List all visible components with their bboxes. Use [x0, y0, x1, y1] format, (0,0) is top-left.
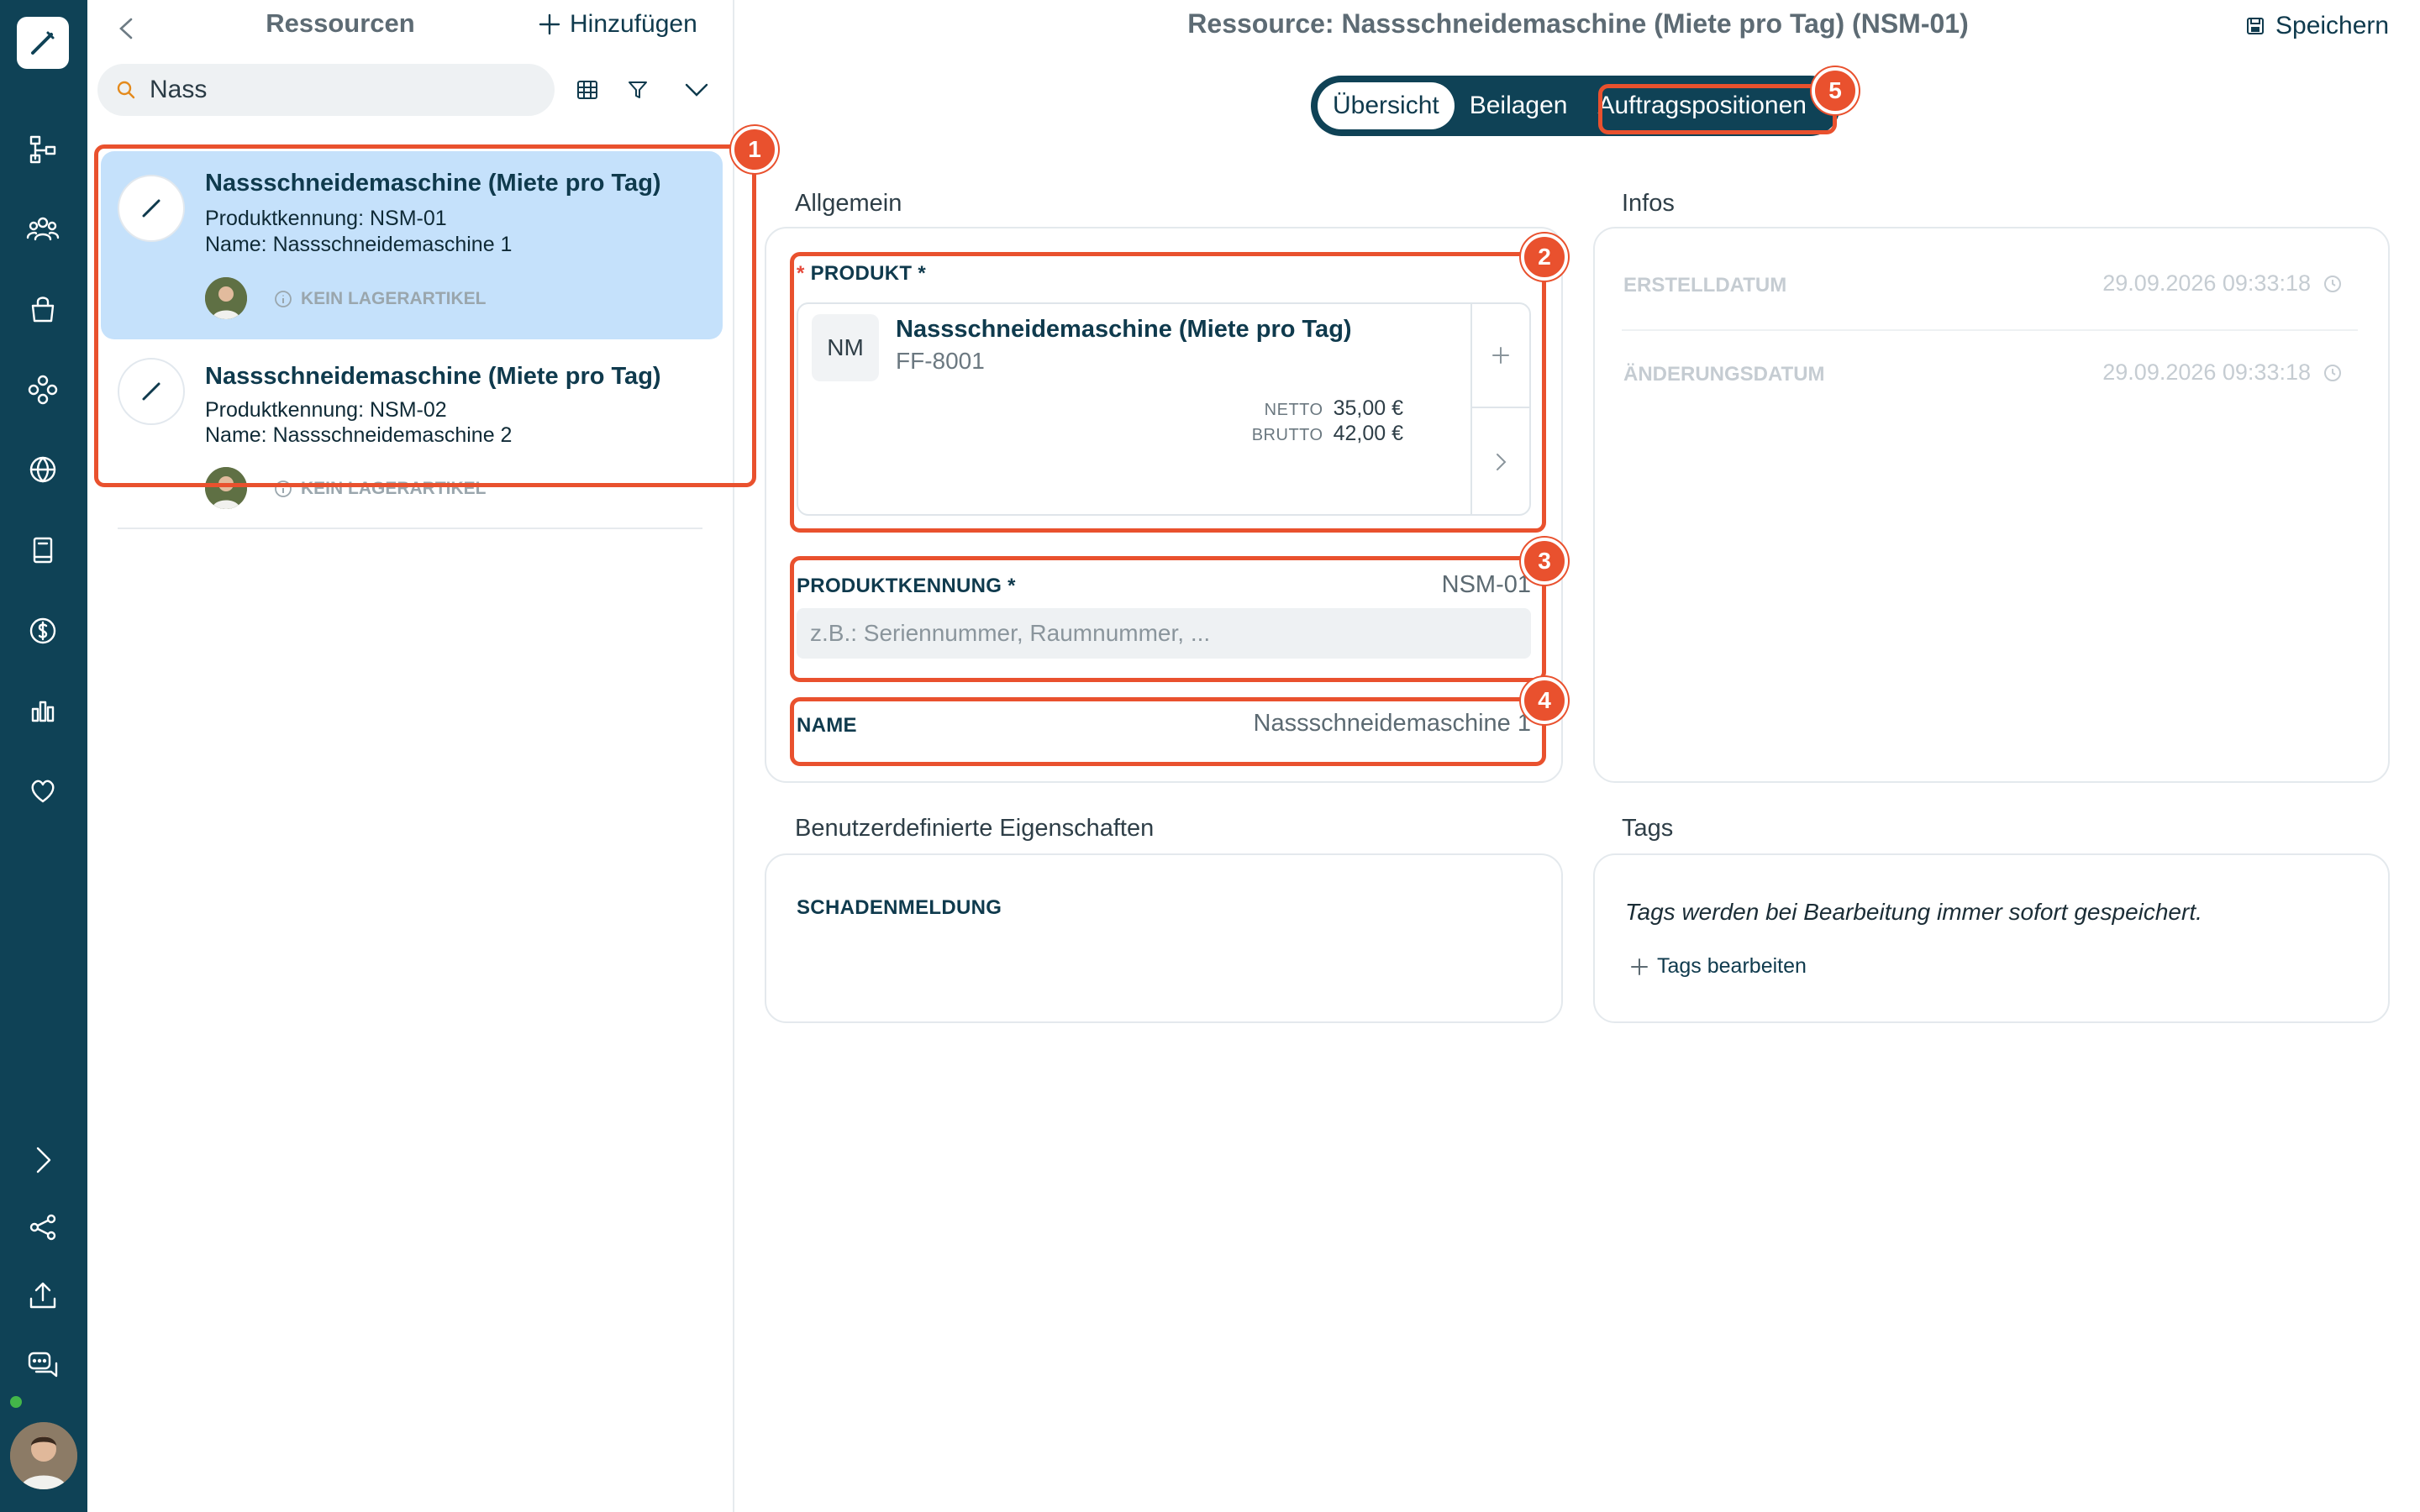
product-initials: NM: [812, 314, 879, 381]
online-status-dot: [8, 1394, 24, 1410]
modified-value: 29.09.2026 09:33:18: [2102, 360, 2343, 386]
avatar: [205, 467, 247, 509]
search-input[interactable]: [150, 76, 519, 104]
created-value: 29.09.2026 09:33:18: [2102, 270, 2343, 297]
name-label: NAME: [797, 714, 857, 737]
save-button[interactable]: Speichern: [2245, 12, 2389, 40]
chat-icon[interactable]: [24, 1344, 62, 1383]
list-divider: [118, 528, 702, 529]
custom-property-label[interactable]: SCHADENMELDUNG: [797, 896, 1002, 920]
tags-hint: Tags werden bei Bearbeitung immer sofort…: [1625, 899, 2202, 925]
info-icon: [275, 291, 292, 307]
item-title: Nassschneidemaschine (Miete pro Tag): [205, 170, 661, 197]
table-view-icon[interactable]: [570, 72, 605, 108]
team-icon[interactable]: [24, 210, 62, 249]
bag-icon[interactable]: [24, 290, 62, 328]
tags-card: [1593, 853, 2390, 1023]
annotation-badge-5: 5: [1812, 67, 1859, 114]
filter-icon[interactable]: [620, 72, 655, 108]
product-actions: [1470, 304, 1529, 514]
chevron-down-icon[interactable]: [679, 72, 714, 108]
add-button[interactable]: Hinzufügen: [538, 10, 697, 39]
tab-attachments[interactable]: Beilagen: [1455, 82, 1583, 129]
item-title: Nassschneidemaschine (Miete pro Tag): [205, 363, 661, 390]
item-product-id: Produktkennung: NSM-01: [205, 207, 447, 230]
bar-chart-icon[interactable]: [24, 691, 62, 730]
product-label: * PRODUKT *: [797, 262, 926, 285]
section-title-infos: Infos: [1622, 190, 1675, 217]
dollar-icon[interactable]: [24, 612, 62, 650]
name-value[interactable]: Nassschneidemaschine 1: [1254, 710, 1531, 738]
item-thumbnail: [118, 358, 185, 425]
stock-badge: KEIN LAGERARTIKEL: [274, 479, 487, 499]
product-id-input[interactable]: [797, 608, 1531, 659]
infos-card: [1593, 227, 2390, 783]
app-sidebar: [0, 0, 87, 1512]
search-box[interactable]: [97, 64, 555, 116]
share-icon[interactable]: [24, 1208, 62, 1247]
network-icon[interactable]: [24, 370, 62, 409]
item-name: Name: Nassschneidemaschine 1: [205, 233, 513, 256]
item-thumbnail: [118, 175, 185, 242]
custom-properties-card: [765, 853, 1563, 1023]
save-button-label: Speichern: [2275, 12, 2390, 39]
created-label: ERSTELLDATUM: [1623, 274, 1787, 297]
product-sku: FF-8001: [896, 348, 985, 374]
annotation-badge-1: 1: [731, 126, 778, 173]
book-icon[interactable]: [24, 531, 62, 570]
clock-icon: [2324, 275, 2341, 292]
user-avatar[interactable]: [10, 1422, 77, 1489]
tab-overview[interactable]: Übersicht: [1318, 82, 1455, 129]
tab-bar: Übersicht Beilagen Auftragspositionen: [1311, 76, 1840, 136]
annotation-badge-4: 4: [1521, 677, 1568, 724]
section-title-custom-properties: Benutzerdefinierte Eigenschaften: [795, 815, 1155, 842]
product-id-label: PRODUKTKENNUNG *: [797, 575, 1016, 597]
section-title-tags: Tags: [1622, 815, 1674, 842]
modified-label: ÄNDERUNGSDATUM: [1623, 363, 1825, 386]
clock-icon: [2324, 364, 2341, 381]
list-item[interactable]: Nassschneidemaschine (Miete pro Tag) Pro…: [101, 151, 723, 339]
panel-title: Ressourcen: [266, 8, 415, 38]
open-product-button[interactable]: [1472, 410, 1529, 514]
list-item[interactable]: Nassschneidemaschine (Miete pro Tag) Pro…: [101, 339, 723, 524]
price-netto: NETTO 35,00 €: [1264, 396, 1403, 420]
product-card[interactable]: NM Nassschneidemaschine (Miete pro Tag) …: [797, 302, 1531, 516]
tab-order-items[interactable]: Auftragspositionen: [1582, 82, 1822, 129]
app-logo[interactable]: [17, 17, 69, 69]
item-name: Name: Nassschneidemaschine 2: [205, 423, 513, 447]
pen-icon: [142, 382, 160, 401]
add-product-button[interactable]: [1472, 304, 1529, 408]
annotation-badge-2: 2: [1521, 234, 1568, 281]
chevron-right-icon: [1497, 454, 1507, 470]
add-button-label: Hinzufügen: [570, 10, 697, 38]
product-id-value: NSM-01: [1441, 571, 1531, 598]
page-title: Ressource: Nassschneidemaschine (Miete p…: [1187, 8, 1969, 39]
search-icon: [117, 81, 135, 99]
plus-icon: [1492, 347, 1509, 364]
product-name: Nassschneidemaschine (Miete pro Tag): [896, 316, 1352, 343]
chevron-right-icon[interactable]: [24, 1141, 62, 1179]
price-brutto: BRUTTO 42,00 €: [1251, 422, 1403, 445]
section-title-general: Allgemein: [795, 190, 902, 217]
sitemap-icon[interactable]: [24, 129, 62, 168]
info-divider: [1622, 329, 2358, 331]
plus-icon: [1631, 958, 1648, 975]
chevron-left-icon: [119, 18, 133, 39]
save-icon: [2247, 18, 2264, 34]
pen-icon: [31, 31, 55, 55]
annotation-badge-3: 3: [1521, 538, 1568, 585]
required-marker: *: [797, 262, 805, 285]
heart-icon[interactable]: [24, 772, 62, 811]
item-product-id: Produktkennung: NSM-02: [205, 398, 447, 422]
globe-icon[interactable]: [24, 450, 62, 489]
edit-tags-button[interactable]: Tags bearbeiten: [1630, 954, 1807, 979]
plus-icon: [539, 13, 560, 35]
avatar: [205, 277, 247, 319]
pen-icon: [142, 199, 160, 218]
info-icon: [275, 480, 292, 497]
back-button[interactable]: [109, 12, 143, 45]
stock-badge: KEIN LAGERARTIKEL: [274, 289, 487, 309]
upload-icon[interactable]: [24, 1276, 62, 1315]
